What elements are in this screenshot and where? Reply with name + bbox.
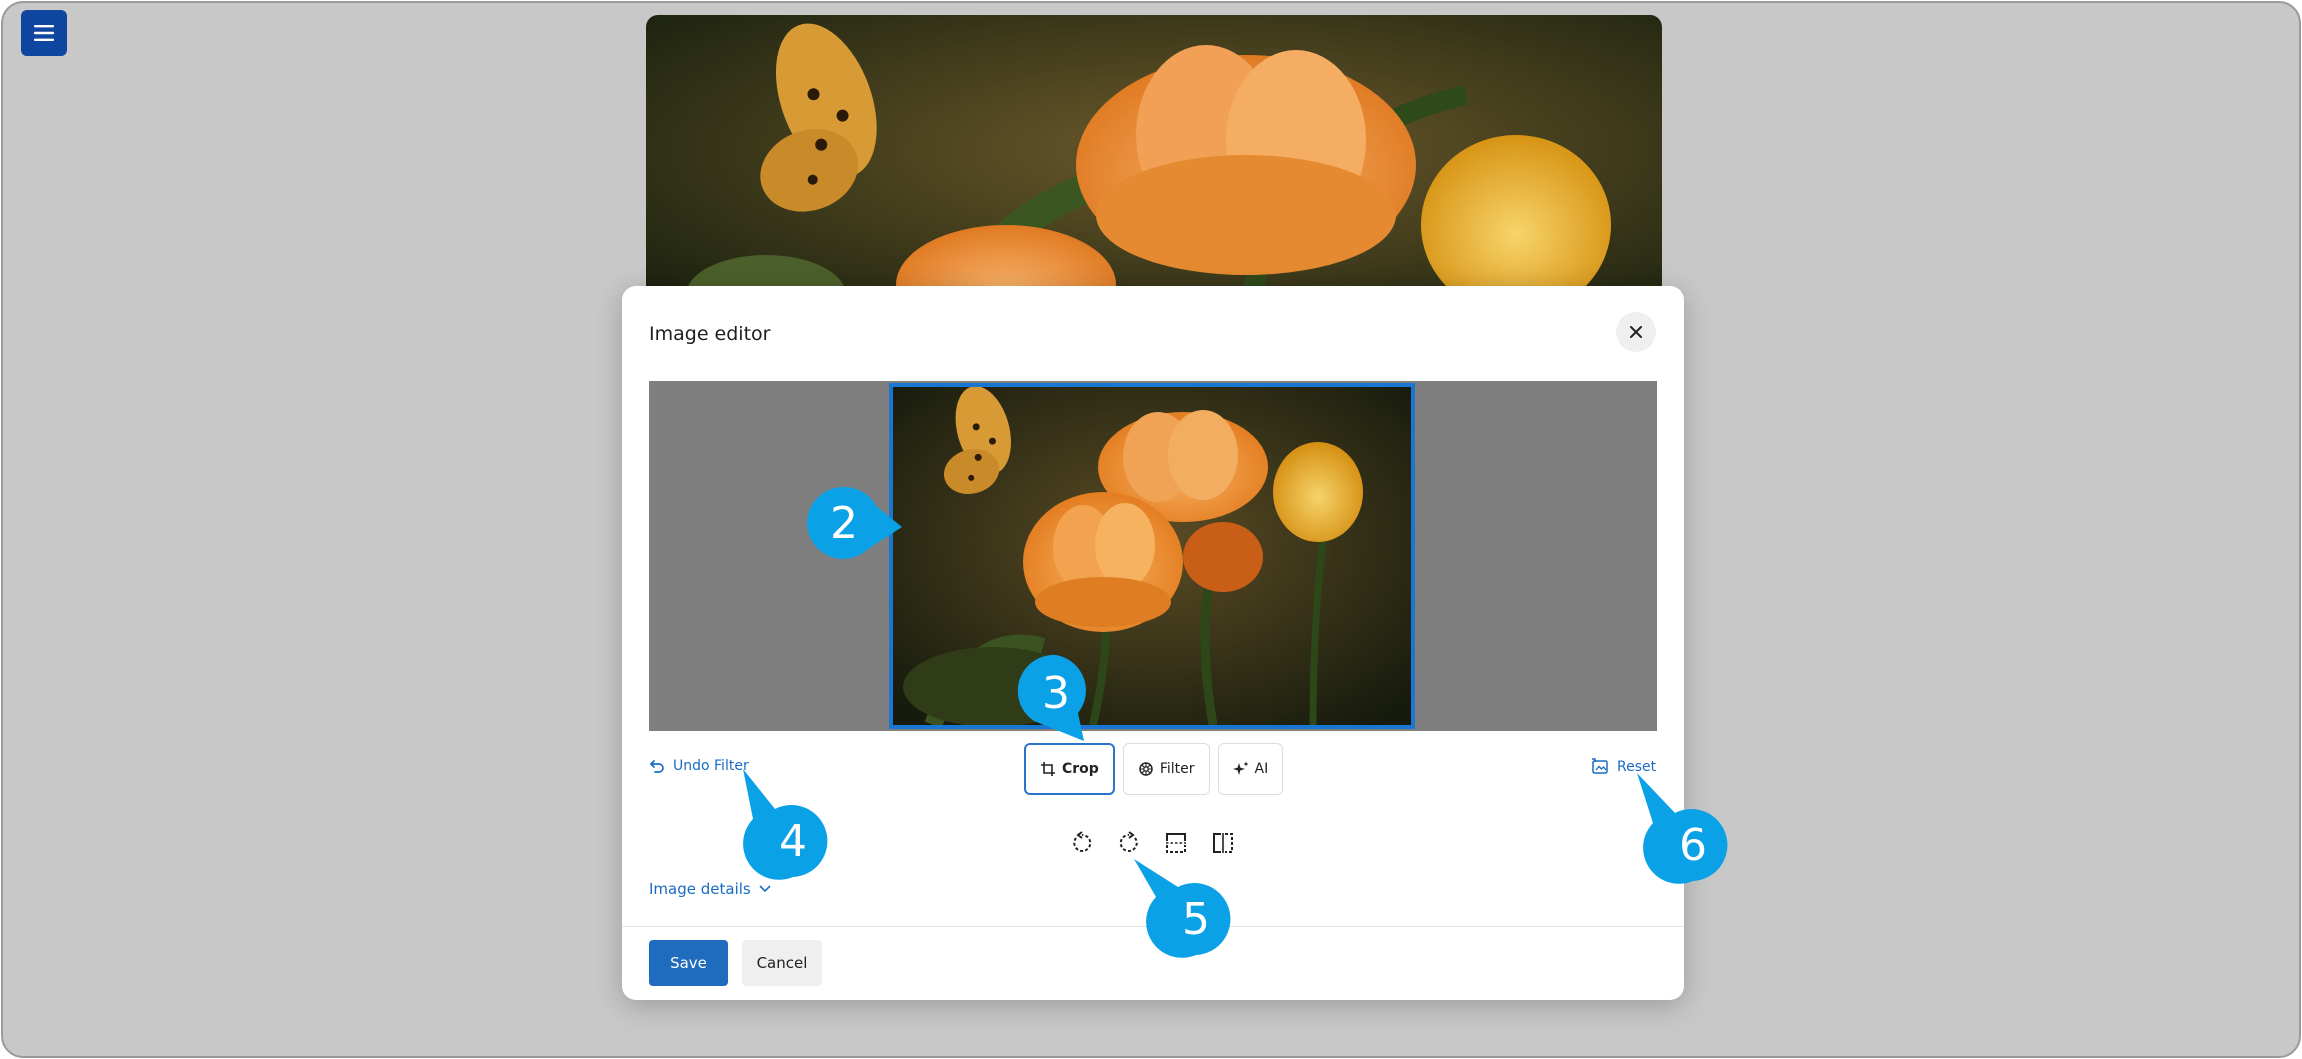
callout-3: 3 xyxy=(1017,654,1094,741)
rotate-left-icon[interactable] xyxy=(1068,829,1095,856)
flip-vertical-icon[interactable] xyxy=(1162,829,1189,856)
cancel-button[interactable]: Cancel xyxy=(742,940,822,986)
app-frame: Image editor Undo Filter Crop Filter AI … xyxy=(1,1,2301,1058)
reset-icon xyxy=(1592,758,1608,774)
crop-icon xyxy=(1041,762,1055,776)
close-button[interactable] xyxy=(1616,312,1656,352)
sparkle-icon xyxy=(1232,761,1248,775)
callout-5: 5 xyxy=(1134,859,1234,958)
hamburger-icon xyxy=(34,25,54,41)
crop-area[interactable] xyxy=(889,383,1415,729)
rotate-right-icon[interactable] xyxy=(1115,829,1142,856)
undo-filter-label: Undo Filter xyxy=(673,758,749,774)
tab-crop[interactable]: Crop xyxy=(1024,743,1115,795)
save-button[interactable]: Save xyxy=(649,940,728,986)
filter-icon xyxy=(1139,762,1153,776)
close-icon xyxy=(1630,326,1642,338)
image-details-label: Image details xyxy=(649,880,751,898)
dialog-title: Image editor xyxy=(649,323,771,345)
callout-2: 2 xyxy=(806,485,902,561)
menu-button[interactable] xyxy=(21,10,67,56)
undo-filter-link[interactable]: Undo Filter xyxy=(649,758,749,774)
transform-tools xyxy=(1068,829,1236,856)
reset-label: Reset xyxy=(1617,759,1657,775)
hero-image xyxy=(646,15,1662,315)
reset-link[interactable]: Reset xyxy=(1591,758,1656,776)
tab-crop-label: Crop xyxy=(1062,761,1099,777)
tab-filter[interactable]: Filter xyxy=(1122,743,1210,795)
editor-tabs: Crop Filter AI xyxy=(1024,743,1284,795)
callout-6: 6 xyxy=(1637,773,1731,884)
tab-ai-label: AI xyxy=(1254,761,1269,777)
undo-icon xyxy=(650,760,664,773)
tab-ai[interactable]: AI xyxy=(1217,743,1284,795)
tab-filter-label: Filter xyxy=(1159,761,1195,777)
callout-4: 4 xyxy=(743,769,831,880)
flip-horizontal-icon[interactable] xyxy=(1209,829,1236,856)
